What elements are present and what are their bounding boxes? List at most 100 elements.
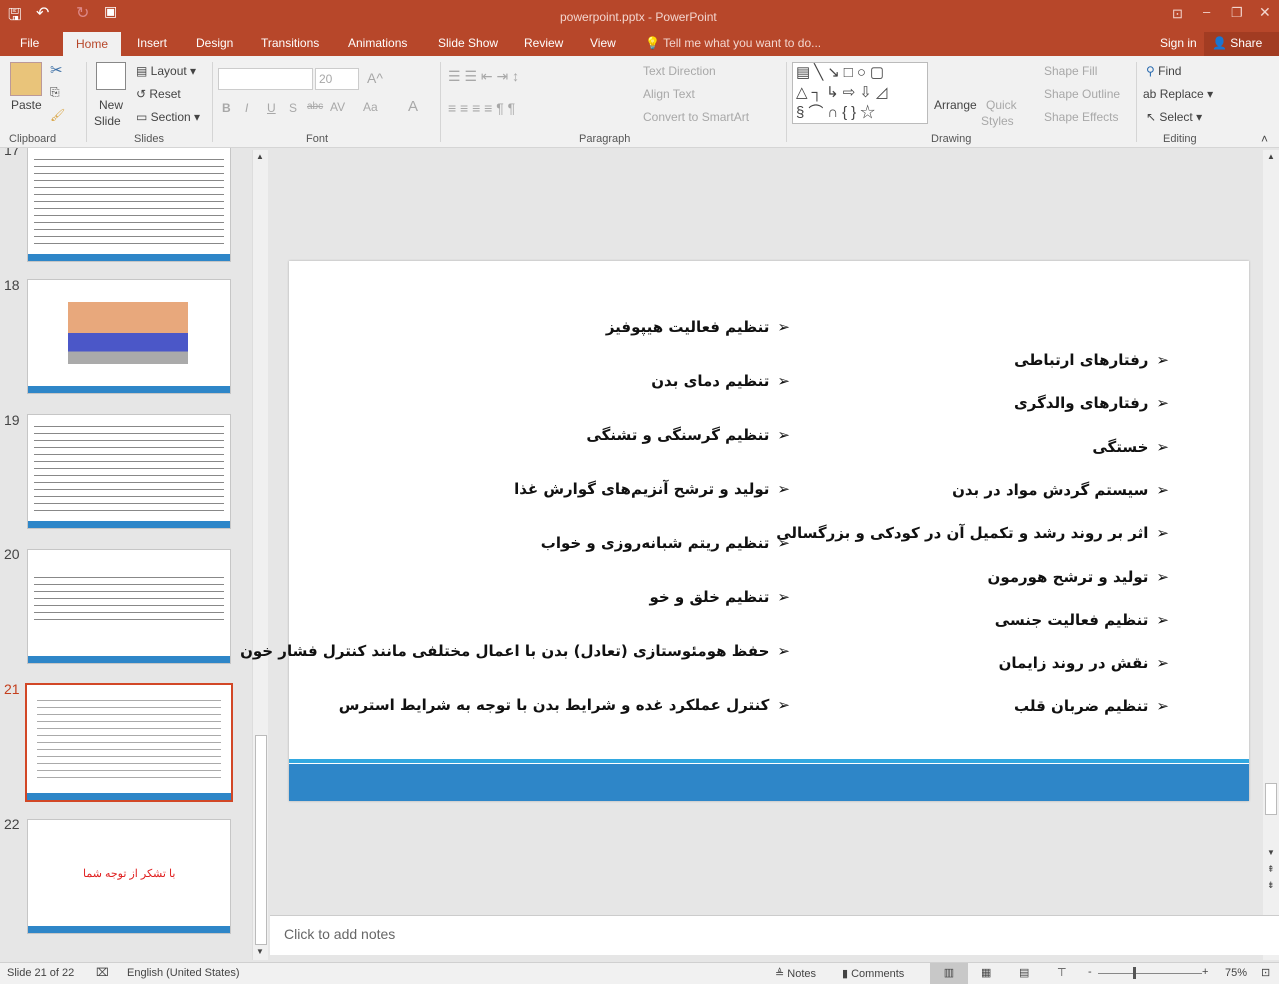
fit-to-window-icon[interactable]: ⊡ bbox=[1261, 966, 1270, 979]
align-icons[interactable]: ≡ ≡ ≡ ≡ ¶ ¶ bbox=[448, 100, 515, 116]
font-family-input[interactable] bbox=[218, 68, 313, 90]
scroll-thumb[interactable] bbox=[1265, 783, 1277, 815]
tell-me-input[interactable]: 💡 Tell me what you want to do... bbox=[645, 36, 821, 50]
arrange-button[interactable]: Arrange bbox=[934, 98, 977, 112]
bullet-item: ➢ تنظیم ضربان قلب bbox=[1014, 697, 1169, 715]
bullet-text: سیستم گردش مواد در بدن bbox=[952, 480, 1149, 499]
bullet-item: ➢ حفظ هومئوستازی (تعادل) بدن با اعمال مخت… bbox=[240, 642, 790, 660]
scroll-up-icon[interactable]: ▲ bbox=[256, 152, 264, 161]
ribbon-display-icon[interactable]: ⊡ bbox=[1172, 6, 1183, 22]
tab-view[interactable]: View bbox=[590, 36, 616, 50]
shapes-gallery[interactable]: ▤╲↘□○▢ △┐↳⇨⇩◿ §⌒∩{}☆ bbox=[792, 62, 928, 124]
bullet-item: ➢ نقش در روند زایمان bbox=[999, 654, 1169, 672]
minimize-icon[interactable]: – bbox=[1203, 4, 1210, 19]
slide-scrollbar[interactable]: ▲ ▼ ⇞ ⇟ bbox=[1263, 150, 1279, 960]
notes-pane[interactable]: Click to add notes bbox=[270, 915, 1279, 955]
scroll-down-icon[interactable]: ▼ bbox=[256, 947, 264, 956]
share-button[interactable]: 👤 Share bbox=[1204, 32, 1279, 56]
slide-thumbnail-17[interactable] bbox=[27, 148, 231, 262]
layout-button[interactable]: ▤ Layout ▾ bbox=[136, 64, 196, 78]
bullet-item: ➢ کنترل عملکرد غده و شرایط بدن با توجه به… bbox=[339, 696, 790, 714]
footer-bar bbox=[289, 764, 1249, 801]
redo-icon[interactable]: ↻ bbox=[76, 3, 89, 23]
collapse-ribbon-icon[interactable]: ˄ bbox=[1261, 132, 1268, 146]
find-button[interactable]: ⚲ Find bbox=[1146, 64, 1181, 78]
zoom-out-icon[interactable]: - bbox=[1088, 966, 1092, 978]
slide-thumbnail-20[interactable] bbox=[27, 549, 231, 664]
tab-home[interactable]: Home bbox=[63, 32, 122, 56]
paste-icon[interactable] bbox=[10, 62, 42, 96]
language-indicator[interactable]: English (United States) bbox=[127, 967, 240, 979]
bullet-arrow-icon: ➢ bbox=[1156, 610, 1169, 629]
tab-slide-show[interactable]: Slide Show bbox=[438, 36, 498, 50]
reading-view-icon[interactable]: ▤ bbox=[1019, 966, 1029, 979]
spell-check-icon[interactable]: ⌧ bbox=[96, 966, 109, 979]
bullet-arrow-icon: ➢ bbox=[1156, 697, 1169, 716]
notes-placeholder[interactable]: Click to add notes bbox=[284, 926, 395, 942]
notes-button[interactable]: ≜ Notes bbox=[775, 967, 816, 980]
character-spacing-button[interactable]: AV bbox=[330, 100, 345, 114]
undo-icon[interactable]: ↶ bbox=[36, 3, 49, 23]
increase-font-icon[interactable]: A^ bbox=[367, 70, 383, 86]
change-case-button[interactable]: Aa bbox=[363, 100, 378, 114]
zoom-in-icon[interactable]: + bbox=[1202, 966, 1208, 978]
zoom-level[interactable]: 75% bbox=[1225, 967, 1247, 979]
zoom-slider[interactable] bbox=[1098, 973, 1202, 974]
replace-label: Replace bbox=[1159, 87, 1204, 101]
tab-file[interactable]: File bbox=[20, 36, 39, 50]
replace-button[interactable]: ab Replace ▾ bbox=[1143, 87, 1213, 101]
previous-slide-icon[interactable]: ⇞ bbox=[1267, 864, 1275, 875]
slideshow-view-icon[interactable]: ⊤ bbox=[1057, 966, 1067, 979]
bold-button[interactable]: B bbox=[222, 101, 231, 115]
format-painter-icon[interactable]: 🖌 bbox=[50, 108, 65, 122]
thumbnail-scrollbar[interactable]: ▲ ▼ bbox=[252, 150, 268, 960]
cut-icon[interactable]: ✂ bbox=[50, 61, 63, 79]
reset-button[interactable]: ↺ Reset bbox=[136, 87, 181, 101]
close-icon[interactable]: ✕ bbox=[1259, 4, 1271, 21]
slide-thumbnail-19[interactable] bbox=[27, 414, 231, 529]
comments-button[interactable]: ▮ Comments bbox=[842, 967, 904, 980]
font-color-button[interactable]: A bbox=[408, 98, 418, 115]
text-direction-button[interactable]: Text Direction bbox=[643, 64, 716, 78]
start-slideshow-icon[interactable]: ▣ bbox=[104, 3, 117, 20]
select-button[interactable]: ↖ Select ▾ bbox=[1146, 110, 1202, 124]
align-text-button[interactable]: Align Text bbox=[643, 87, 695, 101]
slide-sorter-icon[interactable]: ▦ bbox=[981, 966, 991, 979]
slide-number: 20 bbox=[4, 546, 20, 562]
shape-effects-button[interactable]: Shape Effects bbox=[1044, 110, 1119, 124]
section-button[interactable]: ▭ Section ▾ bbox=[136, 110, 200, 124]
slide-thumbnail-21[interactable] bbox=[25, 683, 233, 802]
scroll-thumb[interactable] bbox=[255, 735, 267, 945]
slide-thumbnail-22[interactable]: با تشکر از توجه شما bbox=[27, 819, 231, 934]
italic-button[interactable]: I bbox=[245, 101, 248, 115]
quick-styles-button[interactable]: Quick bbox=[986, 98, 1017, 112]
normal-view-icon[interactable]: ▥ bbox=[930, 963, 968, 984]
restore-icon[interactable]: ❐ bbox=[1231, 5, 1243, 21]
bullets-icon[interactable]: ☰ ☰ ⇤ ⇥ ↕ bbox=[448, 68, 519, 85]
convert-smartart-button[interactable]: Convert to SmartArt bbox=[643, 110, 749, 124]
font-size-input[interactable]: 20 bbox=[315, 68, 359, 90]
tab-design[interactable]: Design bbox=[196, 36, 233, 50]
sign-in-link[interactable]: Sign in bbox=[1160, 36, 1197, 50]
save-icon[interactable]: 🖫 bbox=[8, 4, 22, 31]
section-label: Section bbox=[150, 110, 191, 124]
underline-button[interactable]: U bbox=[267, 101, 276, 115]
tab-insert[interactable]: Insert bbox=[137, 36, 167, 50]
slide-canvas[interactable]: ➢ رفتارهای ارتباطی ➢ رفتارهای والدگری ➢ خستگی… bbox=[240, 261, 1249, 801]
scroll-down-icon[interactable]: ▼ bbox=[1267, 848, 1275, 857]
next-slide-icon[interactable]: ⇟ bbox=[1267, 880, 1275, 891]
new-slide-icon[interactable] bbox=[96, 62, 126, 90]
shape-outline-button[interactable]: Shape Outline bbox=[1044, 87, 1120, 101]
strikethrough-button[interactable]: abc bbox=[307, 101, 323, 112]
copy-icon[interactable]: ⎘ bbox=[50, 85, 60, 100]
tab-review[interactable]: Review bbox=[524, 36, 563, 50]
slide-thumbnail-18[interactable] bbox=[27, 279, 231, 394]
tab-transitions[interactable]: Transitions bbox=[261, 36, 319, 50]
new-slide-button[interactable]: New bbox=[99, 98, 123, 112]
scroll-up-icon[interactable]: ▲ bbox=[1267, 152, 1275, 161]
zoom-slider-thumb[interactable] bbox=[1133, 967, 1136, 979]
tab-animations[interactable]: Animations bbox=[348, 36, 407, 50]
shadow-button[interactable]: S bbox=[289, 101, 297, 115]
paste-button[interactable]: Paste bbox=[11, 98, 42, 112]
shape-fill-button[interactable]: Shape Fill bbox=[1044, 64, 1097, 78]
